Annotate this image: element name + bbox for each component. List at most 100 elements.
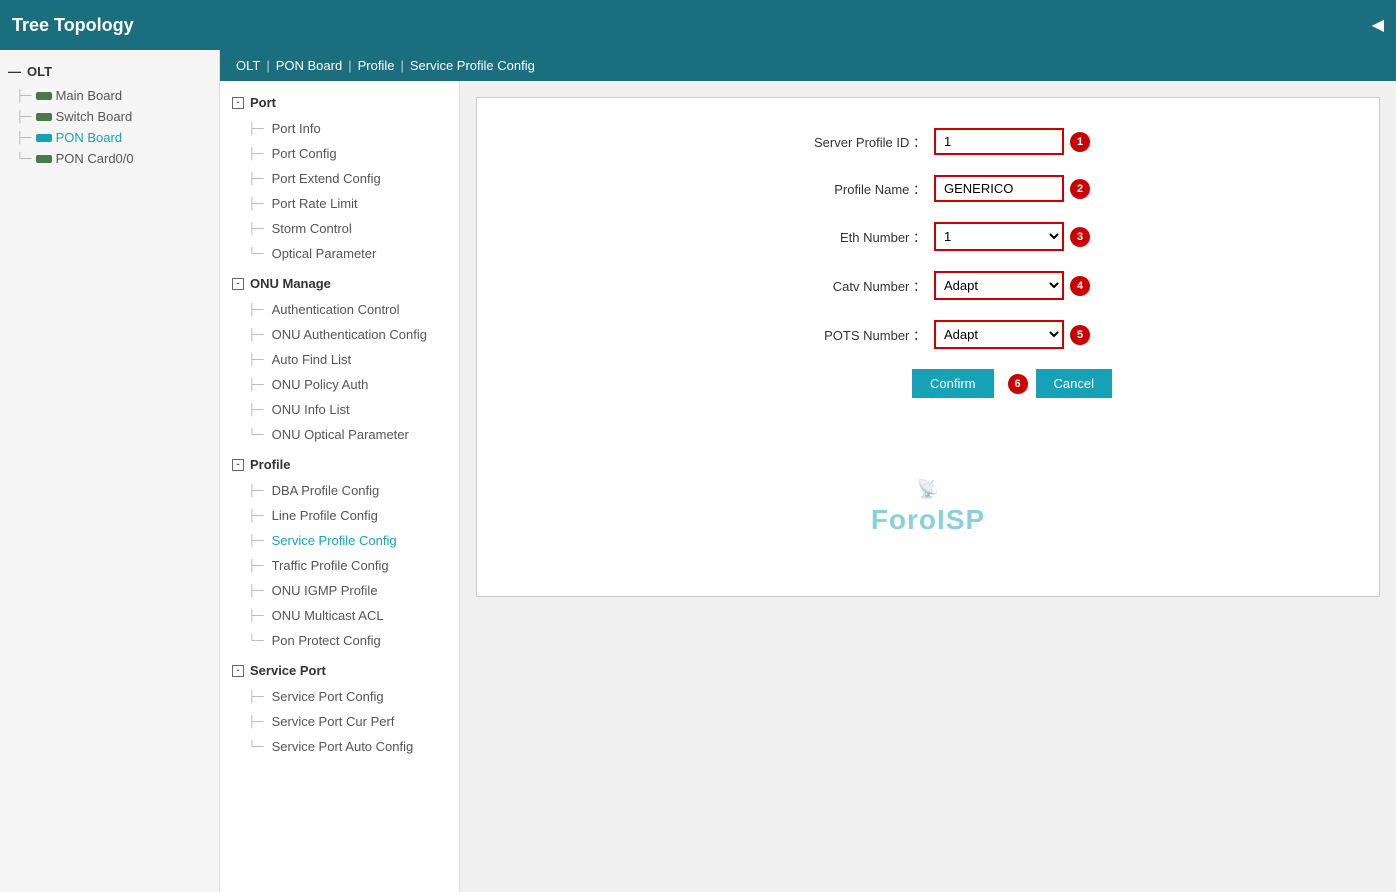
sidebar-toggle[interactable]: ◀ [1372,15,1384,35]
service-profile-config-label: Service Profile Config [272,533,397,548]
profile-collapse-icon[interactable]: - [232,459,244,471]
catv-number-row: Catv Number ： Adapt 0 1 4 [517,271,1339,300]
nav-link-dba-profile-config[interactable]: ├─ DBA Profile Config [220,478,459,503]
sidebar-item-main-board[interactable]: ├─ Main Board [0,85,219,106]
breadcrumb-service-profile: Service Profile Config [410,58,535,73]
service-port-section-label: Service Port [250,663,326,678]
nav-link-onu-policy-auth[interactable]: ├─ ONU Policy Auth [220,372,459,397]
main-content: OLT | PON Board | Profile | Service Prof… [220,50,1396,892]
watermark-text: ForoISP [871,504,985,536]
form-container: Server Profile ID ： 1 Profile Name ： 2 E… [476,97,1380,597]
service-port-config-label: Service Port Config [272,689,384,704]
nav-link-service-port-auto-config[interactable]: └─ Service Port Auto Config [220,734,459,759]
content-area: - Port ├─ Port Info ├─ Port Config ├─ Po… [220,81,1396,892]
board-icon [36,113,52,121]
auto-find-list-label: Auto Find List [272,352,352,367]
nav-section-profile: - Profile ├─ DBA Profile Config ├─ Line … [220,451,459,653]
sidebar-item-switch-board[interactable]: ├─ Switch Board [0,106,219,127]
port-config-label: Port Config [272,146,337,161]
onu-multicast-acl-label: ONU Multicast ACL [272,608,384,623]
eth-number-select[interactable]: 1 2 3 4 [934,222,1064,251]
olt-label: OLT [27,64,52,79]
nav-link-line-profile-config[interactable]: ├─ Line Profile Config [220,503,459,528]
pots-number-row: POTS Number ： Adapt 0 1 2 5 [517,320,1339,349]
sidebar: — OLT ├─ Main Board ├─ Switch Board ├─ P… [0,50,220,892]
server-profile-id-input[interactable] [934,128,1064,155]
nav-link-storm-control[interactable]: ├─ Storm Control [220,216,459,241]
nav-link-auth-control[interactable]: ├─ Authentication Control [220,297,459,322]
switch-board-label: Switch Board [56,109,133,124]
auth-control-label: Authentication Control [272,302,400,317]
pots-number-select[interactable]: Adapt 0 1 2 [934,320,1064,349]
step-badge-3: 3 [1070,227,1090,247]
nav-link-port-info[interactable]: ├─ Port Info [220,116,459,141]
wifi-icon: 📡 [871,479,985,500]
pon-board-icon [36,134,52,142]
pon-card-icon [36,155,52,163]
right-panel: Server Profile ID ： 1 Profile Name ： 2 E… [460,81,1396,892]
main-board-label: Main Board [56,88,122,103]
cancel-button[interactable]: Cancel [1036,369,1112,398]
profile-name-label: Profile Name ： [766,179,926,198]
connector-icon: ├─ [16,132,32,144]
onu-igmp-profile-label: ONU IGMP Profile [272,583,378,598]
onu-manage-collapse-icon[interactable]: - [232,278,244,290]
nav-section-port-header[interactable]: - Port [220,89,459,116]
eth-number-label: Eth Number ： [766,227,926,246]
onu-info-list-label: ONU Info List [272,402,350,417]
nav-link-optical-parameter[interactable]: └─ Optical Parameter [220,241,459,266]
watermark-after: SP [946,504,985,535]
nav-link-service-profile-config[interactable]: ├─ Service Profile Config [220,528,459,553]
nav-link-onu-info-list[interactable]: ├─ ONU Info List [220,397,459,422]
service-port-collapse-icon[interactable]: - [232,665,244,677]
nav-link-onu-optical-parameter[interactable]: └─ ONU Optical Parameter [220,422,459,447]
nav-section-service-port-header[interactable]: - Service Port [220,657,459,684]
pon-card-label: PON Card0/0 [56,151,134,166]
nav-link-traffic-profile-config[interactable]: ├─ Traffic Profile Config [220,553,459,578]
sidebar-item-pon-board[interactable]: ├─ PON Board [0,127,219,148]
nav-link-onu-auth-config[interactable]: ├─ ONU Authentication Config [220,322,459,347]
port-section-label: Port [250,95,276,110]
breadcrumb-olt: OLT [236,58,260,73]
header: Tree Topology ◀ [0,0,1396,50]
port-rate-limit-label: Port Rate Limit [272,196,358,211]
nav-link-port-config[interactable]: ├─ Port Config [220,141,459,166]
optical-parameter-label: Optical Parameter [272,246,377,261]
profile-name-input[interactable] [934,175,1064,202]
sidebar-olt[interactable]: — OLT [0,58,219,85]
step-badge-2: 2 [1070,179,1090,199]
nav-link-service-port-config[interactable]: ├─ Service Port Config [220,684,459,709]
server-profile-id-row: Server Profile ID ： 1 [517,128,1339,155]
catv-number-select[interactable]: Adapt 0 1 [934,271,1064,300]
pots-number-label: POTS Number ： [766,325,926,344]
nav-link-service-port-cur-perf[interactable]: ├─ Service Port Cur Perf [220,709,459,734]
nav-section-profile-header[interactable]: - Profile [220,451,459,478]
nav-link-port-rate-limit[interactable]: ├─ Port Rate Limit [220,191,459,216]
step-badge-4: 4 [1070,276,1090,296]
traffic-profile-config-label: Traffic Profile Config [272,558,389,573]
eth-number-row: Eth Number ： 1 2 3 4 3 [517,222,1339,251]
nav-link-pon-protect-config[interactable]: └─ Pon Protect Config [220,628,459,653]
line-profile-config-label: Line Profile Config [272,508,378,523]
step-badge-1: 1 [1070,132,1090,152]
nav-link-onu-multicast-acl[interactable]: ├─ ONU Multicast ACL [220,603,459,628]
confirm-button[interactable]: Confirm [912,369,994,398]
sidebar-item-pon-card[interactable]: └─ PON Card0/0 [0,148,219,169]
profile-name-row: Profile Name ： 2 [517,175,1339,202]
step-badge-6: 6 [1008,374,1028,394]
port-collapse-icon[interactable]: - [232,97,244,109]
connector-icon: ├─ [16,90,32,102]
sep1: | [266,58,269,73]
port-info-label: Port Info [272,121,321,136]
nav-section-service-port: - Service Port ├─ Service Port Config ├─… [220,657,459,759]
onu-auth-config-label: ONU Authentication Config [272,327,427,342]
nav-link-auto-find-list[interactable]: ├─ Auto Find List [220,347,459,372]
nav-link-port-extend-config[interactable]: ├─ Port Extend Config [220,166,459,191]
pon-board-label: PON Board [56,130,122,145]
nav-section-onu-manage-header[interactable]: - ONU Manage [220,270,459,297]
step-badge-5: 5 [1070,325,1090,345]
port-extend-config-label: Port Extend Config [272,171,381,186]
connector-icon: ├─ [16,111,32,123]
nav-link-onu-igmp-profile[interactable]: ├─ ONU IGMP Profile [220,578,459,603]
nav-section-port: - Port ├─ Port Info ├─ Port Config ├─ Po… [220,89,459,266]
